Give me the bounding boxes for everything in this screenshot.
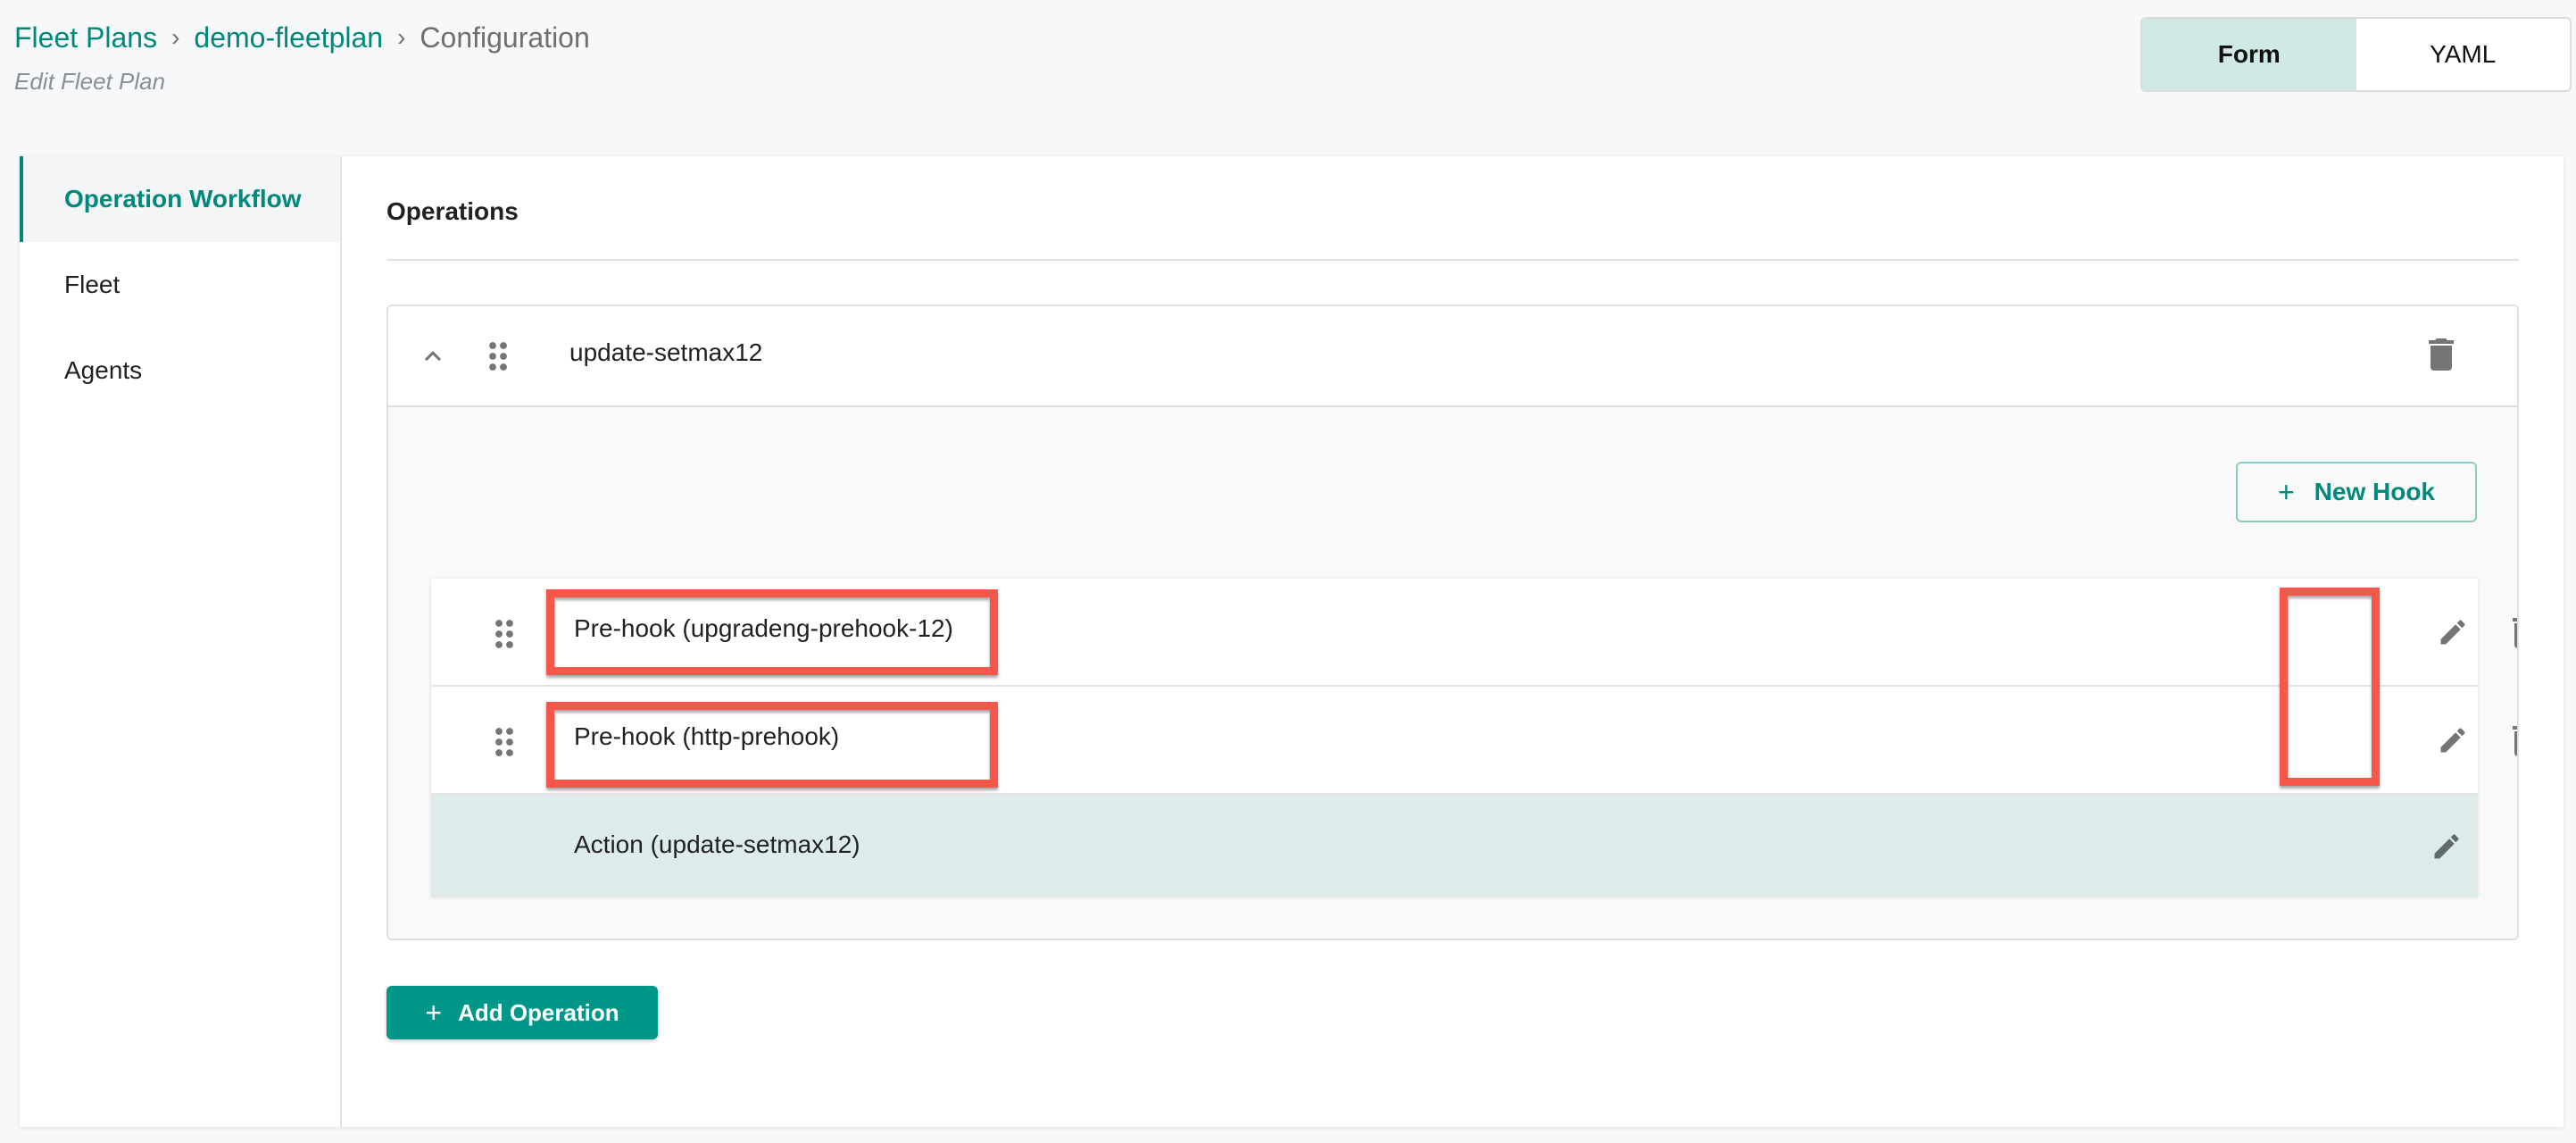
trash-icon[interactable] — [2428, 338, 2455, 371]
pencil-icon[interactable] — [2437, 616, 2469, 648]
operation-card: update-setmax12 + New Hook Pre-hook (upg… — [386, 305, 2519, 940]
action-label: Action (update-setmax12) — [574, 830, 860, 858]
config-card: Operation Workflow Fleet Agents Operatio… — [20, 156, 2564, 1127]
plus-icon: + — [425, 996, 443, 1029]
sidebar: Operation Workflow Fleet Agents — [20, 156, 342, 1127]
add-operation-button[interactable]: + Add Operation — [386, 986, 658, 1039]
drag-handle-icon[interactable] — [494, 618, 515, 650]
breadcrumb-demo-fleetplan[interactable]: demo-fleetplan — [194, 18, 383, 57]
breadcrumb-fleet-plans[interactable]: Fleet Plans — [14, 18, 157, 57]
plus-icon: + — [2277, 475, 2295, 508]
trash-icon[interactable] — [2512, 724, 2517, 756]
hook-list: Pre-hook (upgradeng-prehook-12) Pre-hook… — [431, 579, 2517, 897]
sidebar-item-fleet[interactable]: Fleet — [20, 242, 340, 328]
new-hook-label: New Hook — [2314, 478, 2436, 505]
drag-handle-icon[interactable] — [487, 340, 509, 372]
main-content: Operations update-setmax12 + New Hook Pr… — [344, 156, 2564, 1127]
page-subtitle: Edit Fleet Plan — [14, 68, 166, 95]
pencil-icon[interactable] — [2437, 724, 2469, 756]
view-toggle: Form YAML — [2140, 17, 2572, 92]
toggle-yaml[interactable]: YAML — [2356, 19, 2571, 90]
pencil-icon[interactable] — [2431, 830, 2463, 863]
sidebar-item-operation-workflow[interactable]: Operation Workflow — [20, 156, 340, 242]
hook-label: Pre-hook (upgradeng-prehook-12) — [574, 614, 953, 642]
trash-icon[interactable] — [2512, 616, 2517, 648]
drag-handle-icon[interactable] — [494, 726, 515, 758]
operation-header: update-setmax12 — [388, 306, 2517, 407]
operation-name: update-setmax12 — [569, 338, 763, 366]
action-row: Action (update-setmax12) — [431, 795, 2478, 897]
hook-row: Pre-hook (http-prehook) — [431, 687, 2517, 795]
hook-row: Pre-hook (upgradeng-prehook-12) — [431, 579, 2517, 687]
breadcrumb-separator: › — [171, 23, 180, 51]
new-hook-button[interactable]: + New Hook — [2236, 462, 2477, 522]
breadcrumb-separator: › — [397, 23, 406, 51]
sidebar-item-agents[interactable]: Agents — [20, 328, 340, 413]
add-operation-label: Add Operation — [458, 998, 619, 1026]
breadcrumb-current: Configuration — [420, 21, 590, 54]
section-title: Operations — [386, 197, 519, 225]
toggle-form[interactable]: Form — [2142, 19, 2356, 90]
breadcrumb: Fleet Plans › demo-fleetplan › Configura… — [14, 18, 590, 57]
hook-label: Pre-hook (http-prehook) — [574, 722, 840, 750]
divider — [386, 259, 2519, 261]
chevron-up-icon[interactable] — [417, 340, 449, 372]
